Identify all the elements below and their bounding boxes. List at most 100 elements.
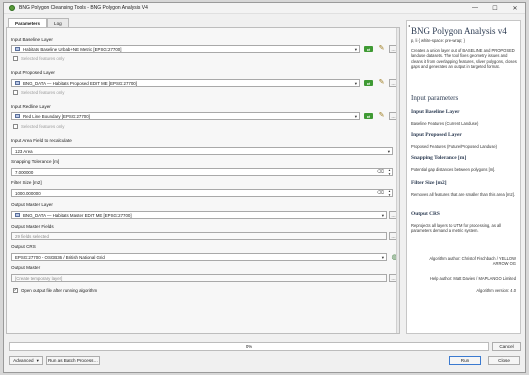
run-button[interactable]: Run (449, 356, 481, 365)
master-layer-label: Output Master Layer (11, 202, 53, 207)
help-style-hint: p, li { white-space: pre-wrap; } (411, 38, 465, 43)
area-field-select[interactable]: 123 Area ▾ (11, 147, 393, 155)
snap-value: 7.000000 (15, 169, 34, 175)
snap-tolerance-input[interactable]: 7.000000 ⌫ ▲ ▼ (11, 168, 393, 176)
help-filter-desc: Removes all features that are smaller th… (411, 192, 515, 197)
master-fields-value: 29 fields selected (15, 233, 49, 239)
chevron-down-icon: ▾ (381, 255, 384, 260)
help-baseline-heading: Input Baseline Layer (411, 109, 460, 115)
wrench-icon: ✎ (378, 45, 385, 52)
minimize-button[interactable]: — (465, 3, 485, 13)
wrench-icon: ✎ (378, 79, 385, 86)
filter-label: Filter Size [m2] (11, 180, 42, 185)
polygon-layer-icon (15, 114, 20, 118)
chevron-down-icon: ▾ (354, 114, 357, 119)
help-intro: Creates a union layer out of BASELINE an… (411, 48, 517, 69)
tab-parameters[interactable]: Parameters (8, 18, 48, 27)
checkbox-label: Selected features only (21, 90, 65, 95)
collapse-help-icon[interactable]: ◂ (408, 23, 410, 28)
help-help-author: Help author: Matt Davies / MAPLANGO Limi… (429, 276, 516, 281)
baseline-label: Input Baseline Layer (11, 37, 53, 42)
master-fields-input[interactable]: 29 fields selected (11, 232, 387, 240)
redline-selected-only[interactable]: Selected features only (13, 124, 64, 129)
advanced-settings-button[interactable]: ✎ (376, 78, 387, 86)
batch-process-button[interactable]: Run as Batch Process… (46, 356, 100, 365)
output-master-placeholder: [Create temporary layer] (15, 275, 63, 281)
iterate-icon: ⇄ (364, 80, 373, 86)
proposed-label: Input Proposed Layer (11, 70, 55, 75)
help-author: Algorithm author: Christof Fischbach / Y… (429, 256, 516, 266)
spin-arrows-icon[interactable]: ▲ ▼ (388, 168, 391, 176)
help-snap-desc: Potential gap distances between polygons… (411, 167, 496, 172)
checkbox[interactable] (13, 56, 18, 61)
checkbox[interactable] (13, 90, 18, 95)
help-params-heading: Input parameters (411, 94, 459, 102)
chevron-down-icon: ▾ (387, 149, 390, 154)
snap-label: Snapping Tolerance [m] (11, 159, 60, 164)
open-output-checkbox[interactable]: ✓ Open output file after running algorit… (13, 288, 97, 293)
checkbox-label: Selected features only (21, 124, 65, 129)
chevron-down-icon: ▾ (354, 81, 357, 86)
title-bar: BNG Polygon Cleansing Tools - BNG Polygo… (4, 3, 525, 14)
crs-select[interactable]: EPSG:27700 - OSGB36 / British National G… (11, 253, 387, 261)
baseline-value: Habitats Baseline Urbab+NE Metric [EPSG:… (23, 46, 122, 52)
progress-bar: 0% (9, 342, 489, 351)
help-panel: ◂ BNG Polygon Analysis v4 p, li { white-… (406, 20, 521, 334)
filter-value: 1000.000000 (15, 190, 41, 196)
output-master-input[interactable]: [Create temporary layer] (11, 274, 387, 282)
iterate-button[interactable]: ⇄ (363, 45, 374, 53)
help-proposed-heading: Input Proposed Layer (411, 132, 462, 138)
proposed-layer-select[interactable]: BNG_DATA — Habitats Proposed EDIT ME [EP… (11, 79, 360, 87)
iterate-button[interactable]: ⇄ (363, 79, 374, 87)
clear-icon[interactable]: ⌫ (377, 169, 384, 175)
advanced-button[interactable]: Advanced ▾ (9, 356, 43, 365)
polygon-layer-icon (15, 47, 20, 51)
master-layer-value: BNG_DATA — Habitats Master EDIT ME [EPSG… (23, 212, 132, 218)
redline-label: Input Redline Layer (11, 104, 51, 109)
help-snap-heading: Snapping Tolerance [m] (411, 155, 467, 161)
help-crs-desc: Reprojects all layers to UTM for process… (411, 223, 502, 234)
advanced-label: Advanced (13, 358, 34, 363)
window-title: BNG Polygon Cleansing Tools - BNG Polygo… (19, 5, 148, 11)
scrollbar[interactable] (396, 28, 399, 333)
help-proposed-desc: Proposed Features (Future/Proposed Landu… (411, 144, 498, 149)
help-baseline-desc: Baseline Features (Current Landuse) (411, 121, 479, 126)
tab-log[interactable]: Log (47, 18, 69, 27)
advanced-settings-button[interactable]: ✎ (376, 111, 387, 119)
clear-icon[interactable]: ⌫ (377, 190, 384, 196)
close-window-button[interactable]: ✕ (505, 3, 525, 13)
help-version: Algorithm version: 4.0 (476, 288, 516, 293)
tab-bar: Parameters Log (8, 18, 69, 27)
proposed-selected-only[interactable]: Selected features only (13, 90, 64, 95)
maximize-button[interactable]: ☐ (485, 3, 505, 13)
chevron-down-icon: ▾ (381, 213, 384, 218)
baseline-selected-only[interactable]: Selected features only (13, 56, 64, 61)
parameters-panel: Input Baseline Layer Habitats Baseline U… (6, 27, 400, 334)
crs-value: EPSG:27700 - OSGB36 / British National G… (15, 254, 105, 260)
master-fields-label: Output Master Fields (11, 224, 54, 229)
filter-size-input[interactable]: 1000.000000 ⌫ ▲ ▼ (11, 189, 393, 197)
master-layer-select[interactable]: BNG_DATA — Habitats Master EDIT ME [EPSG… (11, 211, 387, 219)
spin-arrows-icon[interactable]: ▲ ▼ (388, 189, 391, 197)
crs-label: Output CRS (11, 244, 36, 249)
iterate-icon: ⇄ (364, 46, 373, 52)
area-field-value: 123 Area (15, 148, 33, 154)
iterate-button[interactable]: ⇄ (363, 112, 374, 120)
checkbox-checked[interactable]: ✓ (13, 288, 18, 293)
wrench-icon: ✎ (378, 112, 385, 119)
baseline-layer-select[interactable]: Habitats Baseline Urbab+NE Metric [EPSG:… (11, 45, 360, 53)
advanced-settings-button[interactable]: ✎ (376, 44, 387, 52)
output-master-label: Output Master (11, 265, 41, 270)
redline-layer-select[interactable]: Red Line Boundary [EPSG:27700] ▾ (11, 112, 360, 120)
cancel-button[interactable]: Cancel (492, 342, 521, 351)
qgis-logo-icon (9, 5, 15, 11)
help-filter-heading: Filter Size [m2] (411, 180, 447, 186)
proposed-value: BNG_DATA — Habitats Proposed EDIT ME [EP… (23, 80, 137, 86)
polygon-layer-icon (15, 81, 20, 85)
checkbox-label: Selected features only (21, 56, 65, 61)
close-button[interactable]: Close (488, 356, 520, 365)
progress-label: 0% (245, 344, 253, 349)
checkbox-label: Open output file after running algorithm (21, 288, 98, 293)
checkbox[interactable] (13, 124, 18, 129)
redline-value: Red Line Boundary [EPSG:27700] (23, 113, 90, 119)
